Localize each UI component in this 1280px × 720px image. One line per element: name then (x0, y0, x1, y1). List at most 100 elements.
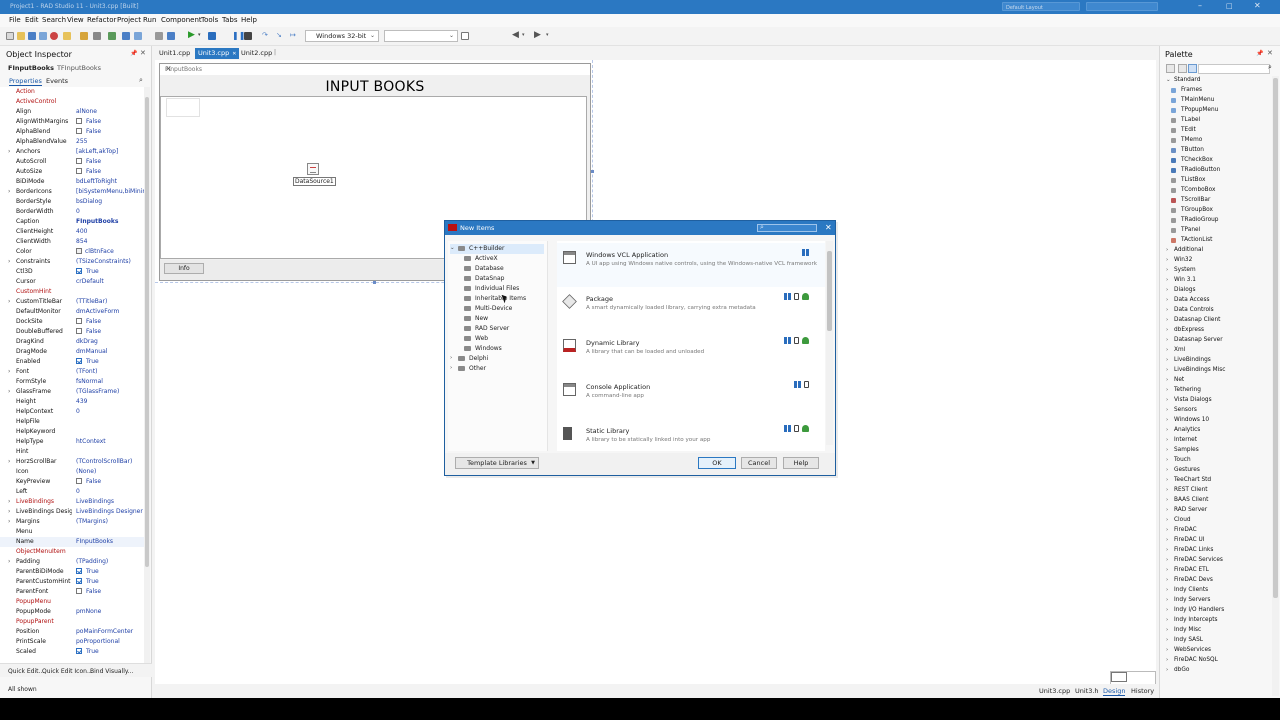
palette-category[interactable]: › Gestures (1160, 466, 1272, 476)
property-row[interactable]: DefaultMonitor dmActiveForm (0, 307, 144, 317)
property-row[interactable]: › Font (TFont) (0, 367, 144, 377)
menu-view[interactable]: View (67, 16, 84, 24)
property-row[interactable]: Name FInputBooks (0, 537, 144, 547)
scrollbar-thumb[interactable] (1273, 78, 1278, 598)
property-row[interactable]: › LiveBindings Designe LiveBindings Design… (0, 507, 144, 517)
property-row[interactable]: Enabled True (0, 357, 144, 367)
property-row[interactable]: Hint (0, 447, 144, 457)
property-value[interactable]: (TMargins) (76, 518, 144, 525)
chevron-right-icon[interactable]: › (1166, 537, 1168, 543)
component-icon[interactable] (167, 32, 175, 40)
property-value[interactable]: 0 (76, 488, 144, 495)
palette-category[interactable]: › dbGo (1160, 666, 1272, 676)
palette-category[interactable]: › Touch (1160, 456, 1272, 466)
palette-component[interactable]: TMainMenu (1160, 96, 1272, 106)
search-icon[interactable]: ⌕ (1268, 63, 1272, 72)
palette-component[interactable]: TScrollBar (1160, 196, 1272, 206)
chevron-down-icon[interactable]: ⌄ (450, 245, 455, 251)
property-row[interactable]: FormStyle fsNormal (0, 377, 144, 387)
checkbox[interactable] (76, 128, 82, 134)
stop-icon[interactable] (244, 32, 252, 40)
cancel-button[interactable]: Cancel (741, 457, 777, 469)
property-row[interactable]: ParentFont False (0, 587, 144, 597)
property-value[interactable]: dmManual (76, 348, 144, 355)
expand-chevron-icon[interactable]: › (8, 368, 10, 375)
chevron-right-icon[interactable]: › (1166, 487, 1168, 493)
configuration-select[interactable]: ⌄ (384, 30, 458, 42)
property-row[interactable]: Left 0 (0, 487, 144, 497)
property-row[interactable]: Menu (0, 527, 144, 537)
palette-category[interactable]: › Datasnap Client (1160, 316, 1272, 326)
palette-category[interactable]: › FireDAC Links (1160, 546, 1272, 556)
palette-category[interactable]: › FireDAC UI (1160, 536, 1272, 546)
template-libraries-button[interactable]: Template Libraries ▼ (455, 457, 539, 469)
property-value[interactable]: 0 (76, 208, 144, 215)
palette-scrollbar[interactable] (1272, 76, 1279, 696)
palette-category[interactable]: › Indy Clients (1160, 586, 1272, 596)
chevron-right-icon[interactable]: › (450, 355, 452, 361)
chevron-right-icon[interactable]: › (1166, 617, 1168, 623)
property-value[interactable]: FInputBooks (76, 218, 144, 225)
palette-category[interactable]: › FireDAC (1160, 526, 1272, 536)
chevron-right-icon[interactable]: › (1166, 437, 1168, 443)
palette-component[interactable]: TPopupMenu (1160, 106, 1272, 116)
chevron-right-icon[interactable]: › (1166, 347, 1168, 353)
expand-chevron-icon[interactable]: › (8, 388, 10, 395)
menu-project[interactable]: Project (117, 16, 141, 24)
info-button[interactable]: Info (164, 263, 204, 274)
property-value[interactable]: LiveBindings (76, 498, 144, 505)
chevron-right-icon[interactable]: › (1166, 527, 1168, 533)
palette-category[interactable]: › Win32 (1160, 256, 1272, 266)
chevron-right-icon[interactable]: › (1166, 667, 1168, 673)
palette-category[interactable]: › FireDAC NoSQL (1160, 656, 1272, 666)
bind-visually-link[interactable]: Bind Visually... (90, 668, 133, 675)
property-row[interactable]: CustomHint (0, 287, 144, 297)
property-value[interactable]: False (76, 478, 144, 485)
palette-category[interactable]: › Tethering (1160, 386, 1272, 396)
palette-category[interactable]: › BAAS Client (1160, 496, 1272, 506)
property-value[interactable]: FInputBooks (76, 538, 144, 545)
property-value[interactable]: LiveBindings Designer (76, 508, 144, 515)
chevron-right-icon[interactable]: › (1166, 407, 1168, 413)
checkbox[interactable] (76, 328, 82, 334)
property-row[interactable]: ParentCustomHint True (0, 577, 144, 587)
property-value[interactable]: 854 (76, 238, 144, 245)
scrollbar-thumb[interactable] (145, 97, 149, 567)
palette-category[interactable]: › Indy Misc (1160, 626, 1272, 636)
palette-component[interactable]: TRadioButton (1160, 166, 1272, 176)
property-value[interactable]: True (76, 578, 144, 585)
run-icon[interactable]: ▶ (188, 30, 195, 40)
palette-component[interactable]: TComboBox (1160, 186, 1272, 196)
property-row[interactable]: DoubleBuffered False (0, 327, 144, 337)
chevron-right-icon[interactable]: › (1166, 557, 1168, 563)
palette-category[interactable]: › Xml (1160, 346, 1272, 356)
chevron-right-icon[interactable]: › (1166, 377, 1168, 383)
palette-category[interactable]: › Internet (1160, 436, 1272, 446)
property-row[interactable]: › Anchors [akLeft,akTop] (0, 147, 144, 157)
tree-node[interactable]: New (456, 314, 544, 324)
chevron-right-icon[interactable]: › (1166, 647, 1168, 653)
gallery-item[interactable]: Static Library A library to be statically… (557, 419, 825, 451)
property-row[interactable]: KeyPreview False (0, 477, 144, 487)
view-form-icon[interactable] (134, 32, 142, 40)
save-all-icon[interactable] (39, 32, 47, 40)
palette-category[interactable]: › FireDAC Services (1160, 556, 1272, 566)
palette-category[interactable]: › dbExpress (1160, 326, 1272, 336)
tab-history[interactable]: History (1131, 687, 1154, 695)
chevron-right-icon[interactable]: › (1166, 337, 1168, 343)
menu-tools[interactable]: Tools (201, 16, 218, 24)
property-value[interactable]: poMainFormCenter (76, 628, 144, 635)
chevron-right-icon[interactable]: › (1166, 597, 1168, 603)
property-row[interactable]: HelpType htContext (0, 437, 144, 447)
palette-category[interactable]: › RAD Server (1160, 506, 1272, 516)
forward-dropdown-icon[interactable]: ▾ (546, 32, 549, 38)
palette-component[interactable]: Frames (1160, 86, 1272, 96)
close-tab-icon[interactable]: ✕ (229, 51, 236, 57)
palette-category[interactable]: › Indy I/O Handlers (1160, 606, 1272, 616)
open-icon[interactable] (17, 32, 25, 40)
chevron-right-icon[interactable]: › (1166, 457, 1168, 463)
add-file-icon[interactable] (80, 32, 88, 40)
palette-category[interactable]: › WebServices (1160, 646, 1272, 656)
tree-node[interactable]: RAD Server (456, 324, 544, 334)
palette-component[interactable]: TPanel (1160, 226, 1272, 236)
